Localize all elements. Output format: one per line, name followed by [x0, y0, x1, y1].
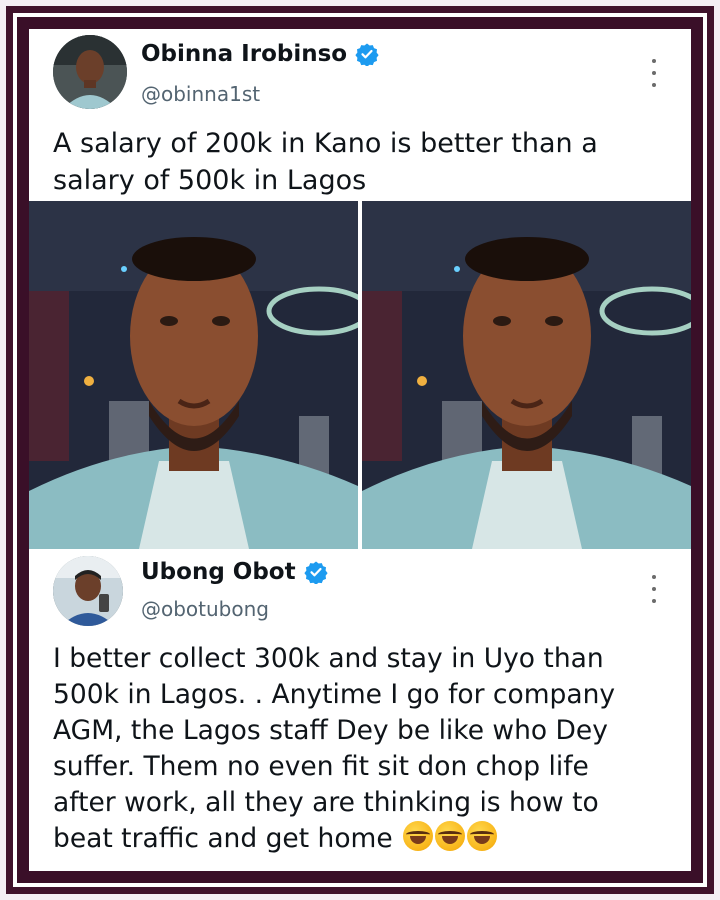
- avatar-image: [53, 35, 127, 109]
- author-handle[interactable]: @obinna1st: [141, 82, 260, 106]
- tweet-photo[interactable]: [29, 201, 358, 549]
- tweet-text-line: suffer. Them no even fit sit don chop li…: [53, 751, 589, 782]
- tweet-text-line: beat traffic and get home: [53, 823, 393, 854]
- rolling-laughing-emoji-icon: [435, 821, 466, 851]
- tweet-text-line: AGM, the Lagos staff Dey be like who Dey: [53, 715, 608, 746]
- verified-badge-icon: [304, 561, 328, 584]
- tweet-text: I better collect 300k and stay in Uyo th…: [53, 641, 678, 857]
- photo-image: [29, 201, 358, 549]
- tweet-text-line-last: beat traffic and get home: [53, 821, 678, 857]
- tweet-media: [29, 201, 691, 549]
- tweet-text-line: A salary of 200k in Kano is better than …: [53, 128, 598, 159]
- tweet-photo[interactable]: [362, 201, 691, 549]
- tweet-text-line: after work, all they are thinking is how…: [53, 787, 599, 818]
- tweet-text: A salary of 200k in Kano is better than …: [53, 125, 673, 199]
- tweet-text-line: I better collect 300k and stay in Uyo th…: [53, 643, 604, 674]
- verified-badge-icon: [355, 43, 379, 66]
- rolling-laughing-emoji-icon: [467, 821, 498, 851]
- tweet-text-line: salary of 500k in Lagos: [53, 165, 367, 196]
- author-name[interactable]: Ubong Obot: [141, 559, 296, 585]
- rolling-laughing-emoji-icon: [403, 821, 434, 851]
- avatar[interactable]: [53, 35, 127, 109]
- author-name[interactable]: Obinna Irobinso: [141, 41, 347, 67]
- tweet-text-line: 500k in Lagos. . Anytime I go for compan…: [53, 679, 616, 710]
- more-options-icon[interactable]: [649, 59, 659, 87]
- author-name-row: Obinna Irobinso: [141, 41, 379, 67]
- author-name-row: Ubong Obot: [141, 559, 328, 585]
- avatar[interactable]: [53, 556, 123, 626]
- avatar-image: [53, 556, 123, 626]
- photo-image: [362, 201, 691, 549]
- author-handle[interactable]: @obotubong: [141, 597, 269, 621]
- more-options-icon[interactable]: [649, 575, 659, 603]
- tweet-card: Obinna Irobinso @obinna1st A salary of 2…: [29, 29, 691, 871]
